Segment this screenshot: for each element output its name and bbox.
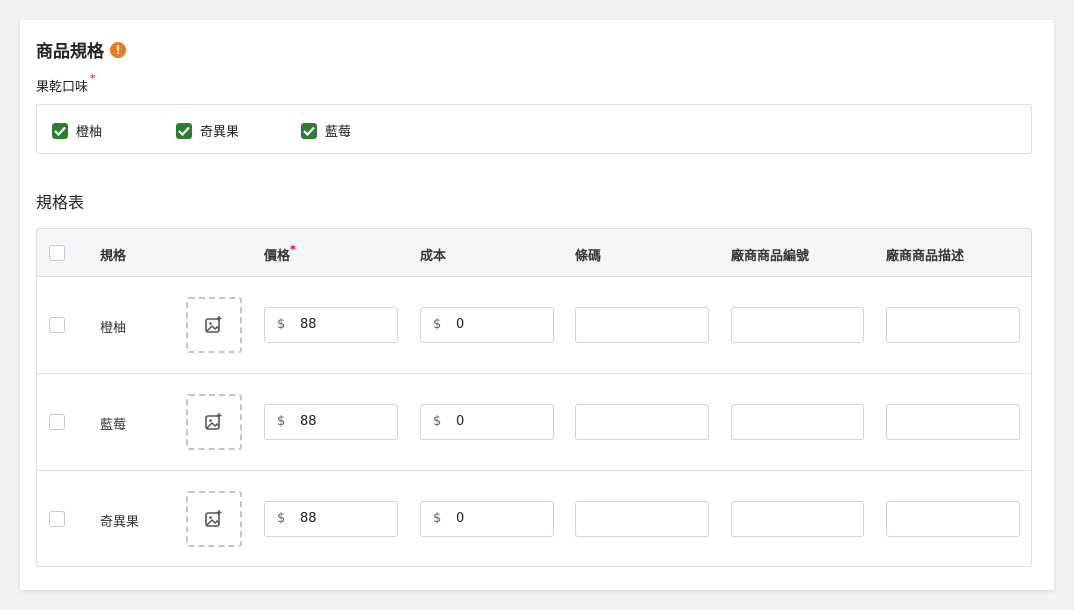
checkbox-checked-icon[interactable] [52, 122, 68, 139]
add-image-icon [205, 413, 222, 430]
header-price-text: 價格 [264, 249, 291, 264]
section-title-text: 商品規格 [36, 42, 104, 62]
price-input[interactable]: $ 88 [264, 404, 398, 440]
vendor-desc-input[interactable] [886, 501, 1020, 537]
header-price: 價格* [264, 243, 296, 264]
flavor-option-label: 藍莓 [325, 125, 352, 140]
flavor-option-label: 橙柚 [76, 125, 103, 140]
header-vendor-desc: 廠商商品描述 [886, 249, 965, 264]
image-upload-button[interactable] [186, 491, 242, 547]
table-row: 藍莓 $ 88 $ 0 [37, 374, 1031, 471]
add-image-icon [205, 510, 222, 527]
currency-symbol: $ [433, 511, 442, 526]
spec-table: 規格 價格* 成本 條碼 廠商商品編號 廠商商品描述 橙柚 $ 88 $ 0 藍… [36, 228, 1032, 567]
cost-value: 0 [456, 414, 465, 429]
image-upload-button[interactable] [186, 394, 242, 450]
table-row: 橙柚 $ 88 $ 0 [37, 277, 1031, 374]
checkbox-checked-icon[interactable] [176, 122, 192, 139]
barcode-input[interactable] [575, 404, 709, 440]
cost-input[interactable]: $ 0 [420, 404, 554, 440]
checkbox-checked-icon[interactable] [301, 122, 317, 139]
vendor-sku-input[interactable] [731, 404, 864, 440]
flavor-option-blueberry[interactable]: 藍莓 [301, 121, 351, 140]
add-image-icon [205, 316, 222, 333]
vendor-desc-input[interactable] [886, 404, 1020, 440]
vendor-sku-input[interactable] [731, 501, 864, 537]
header-vendor-sku: 廠商商品編號 [731, 249, 810, 264]
barcode-input[interactable] [575, 501, 709, 537]
vendor-desc-input[interactable] [886, 307, 1020, 343]
table-row: 奇異果 $ 88 $ 0 [37, 471, 1031, 566]
barcode-input[interactable] [575, 307, 709, 343]
header-barcode: 條碼 [575, 249, 602, 264]
currency-symbol: $ [433, 414, 442, 429]
required-mark: * [290, 243, 296, 256]
flavor-option-orange[interactable]: 橙柚 [52, 121, 102, 140]
vendor-sku-input[interactable] [731, 307, 864, 343]
required-mark: * [90, 72, 96, 85]
price-value: 88 [300, 511, 317, 526]
cost-value: 0 [456, 317, 465, 332]
currency-symbol: $ [277, 317, 286, 332]
row-spec-name: 橙柚 [100, 321, 127, 336]
row-checkbox[interactable] [49, 317, 65, 333]
flavor-option-label: 奇異果 [200, 125, 240, 140]
price-input[interactable]: $ 88 [264, 501, 398, 537]
currency-symbol: $ [277, 511, 286, 526]
select-all-checkbox[interactable] [49, 245, 65, 261]
currency-symbol: $ [433, 317, 442, 332]
product-spec-card: 商品規格 ! 果乾口味* 橙柚 奇異果 藍莓 規格表 規格 價格* 成本 條碼 … [20, 20, 1054, 590]
spec-table-title: 規格表 [36, 193, 85, 212]
price-input[interactable]: $ 88 [264, 307, 398, 343]
row-checkbox[interactable] [49, 511, 65, 527]
cost-value: 0 [456, 511, 465, 526]
section-title: 商品規格 ! [36, 37, 126, 62]
table-header: 規格 價格* 成本 條碼 廠商商品編號 廠商商品描述 [37, 229, 1031, 277]
exclamation-icon: ! [110, 41, 126, 58]
image-upload-button[interactable] [186, 297, 242, 353]
price-value: 88 [300, 414, 317, 429]
price-value: 88 [300, 317, 317, 332]
flavor-label-text: 果乾口味 [36, 80, 89, 95]
cost-input[interactable]: $ 0 [420, 501, 554, 537]
cost-input[interactable]: $ 0 [420, 307, 554, 343]
row-spec-name: 藍莓 [100, 418, 127, 433]
flavor-label: 果乾口味* [36, 72, 96, 95]
flavor-options-box: 橙柚 奇異果 藍莓 [36, 104, 1032, 154]
header-cost: 成本 [420, 249, 447, 264]
row-spec-name: 奇異果 [100, 515, 140, 530]
flavor-option-kiwi[interactable]: 奇異果 [176, 121, 239, 140]
header-spec: 規格 [100, 249, 127, 264]
currency-symbol: $ [277, 414, 286, 429]
row-checkbox[interactable] [49, 414, 65, 430]
